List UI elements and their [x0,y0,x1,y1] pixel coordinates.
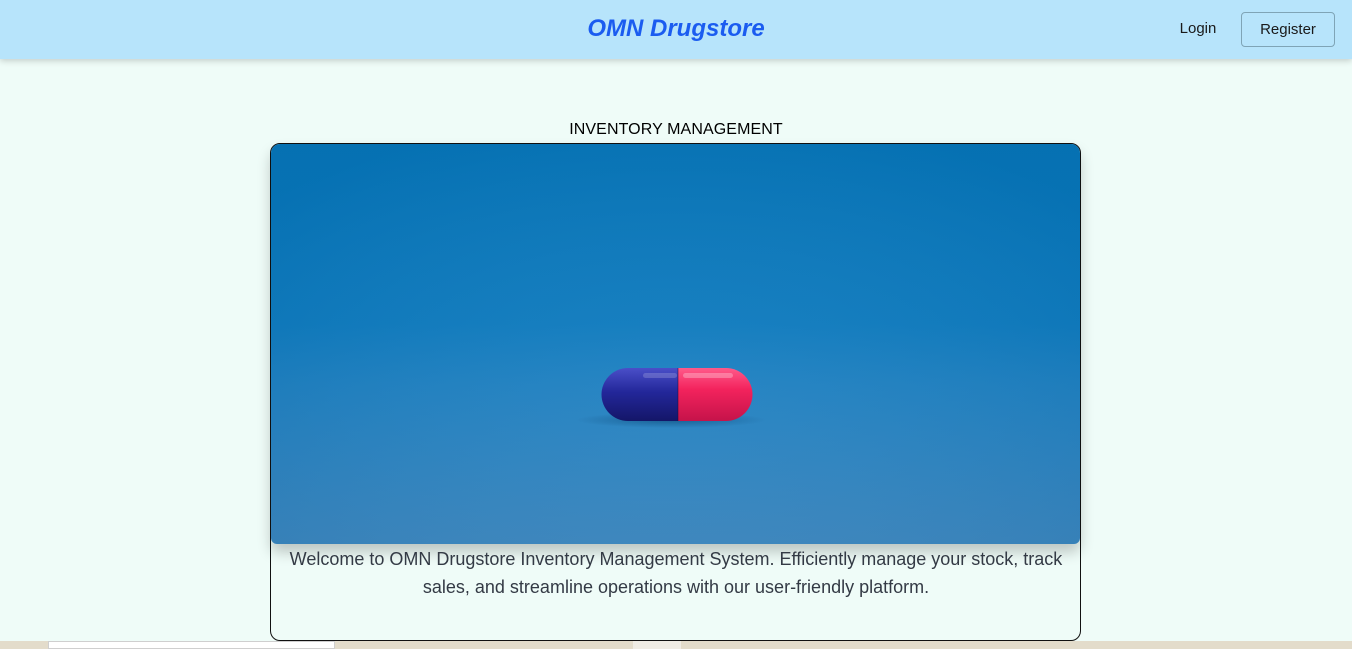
taskbar-search-field[interactable] [48,641,335,649]
capsule-pill [601,368,753,421]
login-link[interactable]: Login [1166,12,1230,46]
welcome-description: Welcome to OMN Drugstore Inventory Manag… [289,549,1063,597]
taskbar-app-tile[interactable] [633,641,681,649]
hero-image [271,144,1080,544]
top-navbar: OMN Drugstore Login Register [0,0,1352,59]
register-button[interactable]: Register [1241,12,1335,47]
capsule-photo [271,144,1080,544]
brand-title[interactable]: OMN Drugstore [0,15,1352,43]
section-title: INVENTORY MANAGEMENT [569,121,783,138]
